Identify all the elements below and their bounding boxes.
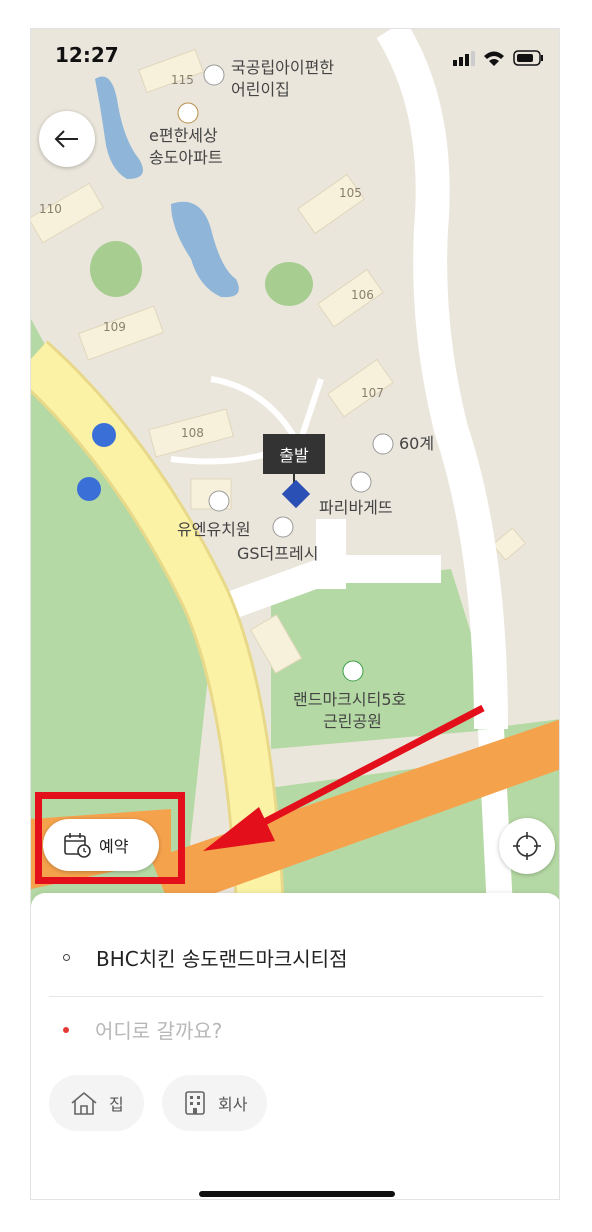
park-patch (90, 241, 142, 297)
destination-dot-icon (63, 1026, 69, 1033)
home-indicator[interactable] (199, 1191, 395, 1197)
phone-screen: 115 110 105 106 109 107 108 국공립아이편한 어린이집… (30, 28, 560, 1200)
divider (49, 996, 543, 997)
bakery-label: 파리바게뜨 (319, 498, 393, 517)
bottom-sheet: BHC치킨 송도랜드마크시티점 어디로 갈까요? 집 회사 (31, 893, 559, 1199)
origin-field[interactable]: BHC치킨 송도랜드마크시티점 (49, 943, 543, 972)
current-location-button[interactable] (499, 818, 555, 874)
park-patch (265, 262, 313, 306)
crosshair-icon (513, 832, 541, 860)
apartment-label-2: 송도아파트 (149, 148, 223, 167)
start-marker-label: 출발 (279, 446, 309, 465)
daycare-label-1: 국공립아이편한 (231, 58, 334, 77)
origin-text: BHC치킨 송도랜드마크시티점 (96, 947, 348, 971)
office-building-icon (185, 1091, 205, 1115)
kindergarten-label: 유엔유치원 (177, 520, 251, 539)
status-time: 12:27 (55, 43, 119, 67)
work-shortcut-label: 회사 (218, 1095, 248, 1114)
park-icon (342, 660, 364, 682)
apartment-label-1: e편한세상 (149, 126, 218, 145)
kindergarten-icon (208, 490, 230, 512)
svg-text:115: 115 (171, 73, 194, 87)
svg-text:109: 109 (103, 320, 126, 334)
home-shortcut-label: 집 (109, 1095, 124, 1114)
home-shortcut-button[interactable]: 집 (49, 1075, 144, 1131)
annotation-highlight-box (35, 792, 185, 884)
svg-text:106: 106 (351, 288, 374, 302)
svg-text:107: 107 (361, 386, 384, 400)
back-button[interactable] (39, 111, 95, 167)
wifi-icon (484, 51, 504, 66)
status-icons (453, 43, 545, 73)
restaurant-label: 60계 (399, 434, 434, 453)
home-icon (71, 1091, 97, 1115)
svg-text:110: 110 (39, 202, 62, 216)
screenshot-frame: 115 110 105 106 109 107 108 국공립아이편한 어린이집… (0, 0, 592, 1232)
daycare-icon (203, 64, 225, 86)
daycare-label-2: 어린이집 (231, 80, 290, 99)
back-arrow-icon (54, 130, 78, 148)
park-label-2: 근린공원 (323, 712, 382, 731)
apartment-icon (177, 102, 199, 124)
restaurant-icon (372, 433, 394, 455)
bus-stop-icon[interactable] (92, 423, 116, 447)
svg-text:108: 108 (181, 426, 204, 440)
cart-icon (272, 516, 294, 538)
work-shortcut-button[interactable]: 회사 (162, 1075, 268, 1131)
battery-icon (513, 50, 543, 66)
destination-field[interactable]: 어디로 갈까요? (49, 1015, 543, 1044)
svg-text:105: 105 (339, 186, 362, 200)
origin-dot-icon (63, 954, 70, 961)
destination-placeholder: 어디로 갈까요? (95, 1019, 223, 1043)
gs-fresh-label: GS더프레시 (237, 544, 318, 563)
bus-stop-icon[interactable] (77, 477, 101, 501)
bakery-icon (350, 471, 372, 493)
signal-icon (453, 51, 475, 66)
park-label-1: 랜드마크시티5호 (293, 690, 406, 709)
